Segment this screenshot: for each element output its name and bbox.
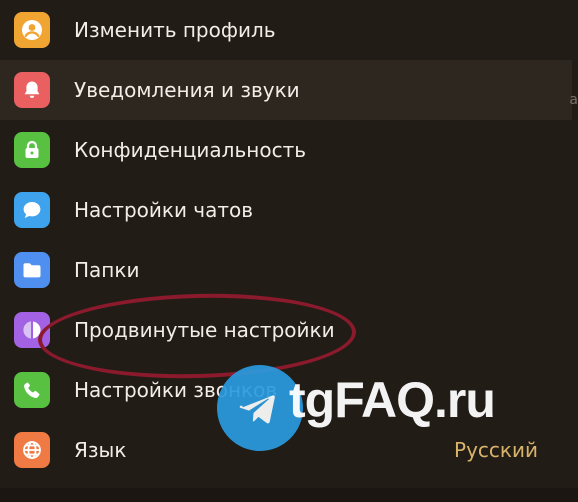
lock-icon	[14, 132, 50, 168]
menu-item-chat-settings[interactable]: Настройки чатов	[0, 180, 578, 240]
menu-item-language[interactable]: Язык Русский	[0, 420, 578, 480]
menu-item-notifications[interactable]: Уведомления и звуки	[0, 60, 572, 120]
bell-icon	[14, 72, 50, 108]
profile-icon	[14, 12, 50, 48]
bottom-divider	[0, 488, 578, 502]
settings-menu: Изменить профиль Уведомления и звуки Кон…	[0, 0, 578, 480]
menu-item-label: Уведомления и звуки	[74, 78, 300, 102]
menu-item-label: Настройки звонков	[74, 378, 278, 402]
menu-item-advanced-settings[interactable]: Продвинутые настройки	[0, 300, 578, 360]
menu-item-folders[interactable]: Папки	[0, 240, 578, 300]
phone-icon	[14, 372, 50, 408]
menu-item-edit-profile[interactable]: Изменить профиль	[0, 0, 578, 60]
globe-icon	[14, 432, 50, 468]
menu-item-call-settings[interactable]: Настройки звонков	[0, 360, 578, 420]
menu-item-label: Изменить профиль	[74, 18, 276, 42]
menu-item-privacy[interactable]: Конфиденциальность	[0, 120, 578, 180]
menu-item-label: Папки	[74, 258, 140, 282]
menu-item-label: Конфиденциальность	[74, 138, 307, 162]
menu-item-label: Продвинутые настройки	[74, 318, 335, 342]
chat-bubble-icon	[14, 192, 50, 228]
language-value: Русский	[454, 438, 538, 462]
cropped-edge-text: a	[569, 92, 578, 108]
advanced-settings-icon	[14, 312, 50, 348]
folder-icon	[14, 252, 50, 288]
menu-item-label: Настройки чатов	[74, 198, 254, 222]
menu-item-label: Язык	[74, 438, 127, 462]
